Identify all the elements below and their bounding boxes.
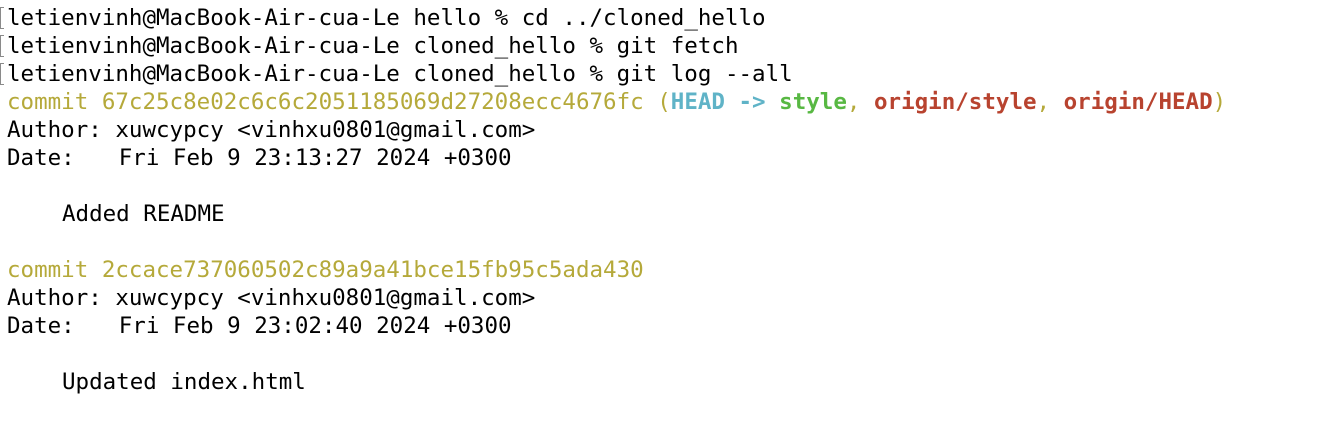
author-line: Author: xuwcypcy <vinhxu0801@gmail.com> [7,284,535,312]
commit-message: Added README [62,201,225,227]
refs-separator: , [846,89,874,115]
prompt-mark-icon [0,35,4,57]
refs-open: ( [643,89,671,115]
commit-label: commit [7,89,102,115]
date-label: Date: [7,145,75,171]
branch-ref: style [779,89,847,115]
prompt-line: letienvinh@MacBook-Air-cua-Le cloned_hel… [7,32,739,60]
commit-hash: 2ccace737060502c89a9a41bce15fb95c5ada430 [101,257,644,283]
refs-separator: , [1036,89,1064,115]
refs-close: ) [1212,89,1227,115]
prompt-text: letienvinh@MacBook-Air-cua-Le hello % [7,5,522,31]
prompt-mark-icon [0,7,4,29]
command-text: git fetch [616,33,739,59]
commit-line: commit 67c25c8e02c6c6c2051185069d27208ec… [7,88,1226,116]
prompt-mark-icon [0,63,4,85]
author-label: Author: [7,117,102,143]
author-label: Author: [7,285,102,311]
command-text: cd ../cloned_hello [521,5,766,31]
commit-line: commit 2ccace737060502c89a9a41bce15fb95c… [7,256,644,284]
terminal-window[interactable]: letienvinh@MacBook-Air-cua-Le hello % cd… [0,0,1338,430]
prompt-line: letienvinh@MacBook-Air-cua-Le hello % cd… [7,4,766,32]
commit-label: commit [7,257,102,283]
date-line: Date: Fri Feb 9 23:13:27 2024 +0300 [7,144,512,172]
author-value: xuwcypcy <vinhxu0801@gmail.com> [101,117,536,143]
date-value: Fri Feb 9 23:02:40 2024 +0300 [118,313,512,339]
prompt-text: letienvinh@MacBook-Air-cua-Le cloned_hel… [7,33,617,59]
date-line: Date: Fri Feb 9 23:02:40 2024 +0300 [7,312,512,340]
date-label: Date: [7,313,75,339]
date-value: Fri Feb 9 23:13:27 2024 +0300 [118,145,512,171]
prompt-line: letienvinh@MacBook-Air-cua-Le cloned_hel… [7,60,793,88]
commit-hash: 67c25c8e02c6c6c2051185069d27208ecc4676fc [101,89,644,115]
head-ref: HEAD -> [670,89,780,115]
remote-ref: origin/style [873,89,1037,115]
remote-ref: origin/HEAD [1063,89,1213,115]
command-text: git log --all [616,61,793,87]
author-line: Author: xuwcypcy <vinhxu0801@gmail.com> [7,116,535,144]
author-value: xuwcypcy <vinhxu0801@gmail.com> [101,285,536,311]
commit-message: Updated index.html [62,369,306,395]
prompt-text: letienvinh@MacBook-Air-cua-Le cloned_hel… [7,61,617,87]
